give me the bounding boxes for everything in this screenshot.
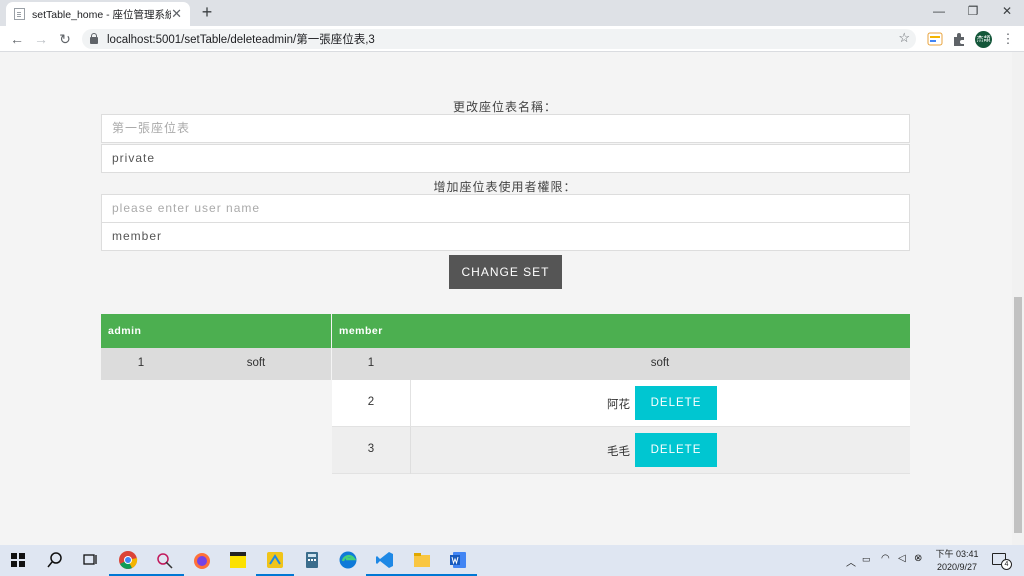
table-row: 1 soft bbox=[101, 348, 331, 380]
extension-icon[interactable] bbox=[927, 31, 943, 47]
permission-label: 增加座位表使用者權限： bbox=[433, 180, 577, 194]
vscode-icon[interactable] bbox=[375, 550, 395, 570]
snipping-tool-icon[interactable] bbox=[155, 550, 175, 570]
clock-date: 2020/9/27 bbox=[936, 562, 978, 572]
wifi-icon[interactable]: ◠ bbox=[881, 553, 890, 564]
scrollbar-thumb[interactable] bbox=[1014, 297, 1022, 533]
admin-table-header: admin bbox=[101, 314, 331, 348]
rename-label: 更改座位表名稱： bbox=[452, 100, 557, 114]
search-icon[interactable] bbox=[45, 550, 65, 570]
browser-toolbar: ← → ↻ localhost:5001/setTable/deleteadmi… bbox=[0, 26, 1024, 52]
admin-name: soft bbox=[246, 357, 266, 369]
sticky-notes-icon[interactable] bbox=[228, 550, 248, 570]
extensions-puzzle-icon[interactable] bbox=[951, 31, 967, 47]
table-row: 2 阿花 DELETE bbox=[332, 380, 910, 427]
minimize-button[interactable]: — bbox=[922, 0, 956, 24]
admin-id: 1 bbox=[137, 357, 145, 369]
address-bar[interactable]: localhost:5001/setTable/deleteadmin/第一張座… bbox=[82, 29, 916, 49]
profile-avatar[interactable]: 杰頡 bbox=[975, 31, 992, 48]
table-row: 3 毛毛 DELETE bbox=[332, 427, 910, 474]
role-select[interactable]: member bbox=[101, 222, 910, 251]
column-divider bbox=[410, 380, 411, 427]
app-icon[interactable] bbox=[265, 550, 285, 570]
close-tab-icon[interactable]: ✕ bbox=[171, 6, 182, 22]
user-name-input[interactable]: please enter user name bbox=[101, 194, 910, 223]
member-id: 2 bbox=[367, 396, 375, 408]
firefox-icon[interactable] bbox=[192, 550, 212, 570]
clock[interactable]: 下午 03:41 2020/9/27 bbox=[932, 547, 982, 572]
bookmark-star-icon[interactable]: ☆ bbox=[898, 30, 910, 46]
edge-icon[interactable] bbox=[338, 550, 358, 570]
column-divider bbox=[410, 427, 411, 474]
system-tray: ︿ ▭ ◠ ◁ ⊗ 下午 03:41 2020/9/27 4 bbox=[846, 545, 1022, 576]
privacy-select[interactable]: private bbox=[101, 144, 910, 173]
word-icon[interactable] bbox=[448, 550, 468, 570]
clock-time: 下午 03:41 bbox=[935, 549, 979, 559]
tab-title: setTable_home - 座位管理系統 bbox=[32, 8, 172, 21]
show-hidden-icons-icon[interactable]: ︿ bbox=[846, 554, 856, 569]
browser-tab[interactable]: setTable_home - 座位管理系統 ✕ bbox=[6, 2, 190, 26]
volume-icon[interactable]: ◁ bbox=[898, 553, 906, 564]
table-name-input[interactable]: 第一張座位表 bbox=[101, 114, 910, 143]
taskbar: ︿ ▭ ◠ ◁ ⊗ 下午 03:41 2020/9/27 4 bbox=[0, 545, 1024, 576]
delete-member-button[interactable]: DELETE bbox=[635, 386, 717, 420]
site-info-icon[interactable] bbox=[90, 32, 98, 44]
member-id: 1 bbox=[367, 357, 375, 369]
page-favicon-icon bbox=[14, 8, 25, 20]
tab-strip: setTable_home - 座位管理系統 ✕ + — ❐ ✕ bbox=[0, 0, 1024, 26]
url-text: localhost:5001/setTable/deleteadmin/第一張座… bbox=[107, 34, 375, 46]
new-tab-button[interactable]: + bbox=[196, 2, 218, 24]
windows-start-icon[interactable] bbox=[8, 550, 28, 570]
battery-icon[interactable]: ▭ bbox=[862, 554, 871, 565]
page-viewport: 更改座位表名稱： 第一張座位表 private 增加座位表使用者權限： plea… bbox=[0, 52, 1012, 545]
back-arrow-icon[interactable]: ← bbox=[8, 30, 26, 48]
forward-arrow-icon[interactable]: → bbox=[32, 30, 50, 48]
calculator-icon[interactable] bbox=[302, 550, 322, 570]
file-explorer-icon[interactable] bbox=[412, 550, 432, 570]
member-name: soft bbox=[650, 357, 670, 369]
page-scrollbar[interactable] bbox=[1012, 52, 1024, 545]
change-set-button[interactable]: CHANGE SET bbox=[449, 255, 562, 289]
browser-menu-icon[interactable]: ⋮ bbox=[1001, 31, 1015, 47]
close-window-button[interactable]: ✕ bbox=[990, 0, 1024, 24]
member-table-header: member bbox=[332, 314, 910, 348]
member-name: 阿花 bbox=[607, 399, 630, 411]
member-id: 3 bbox=[367, 443, 375, 455]
restore-button[interactable]: ❐ bbox=[956, 0, 990, 24]
reload-icon[interactable]: ↻ bbox=[56, 30, 74, 48]
notification-center-icon[interactable]: 4 bbox=[992, 553, 1012, 570]
input-method-icon[interactable]: ⊗ bbox=[914, 553, 922, 564]
delete-member-button[interactable]: DELETE bbox=[635, 433, 717, 467]
notification-count-badge: 4 bbox=[1001, 559, 1012, 570]
table-row: 1 soft bbox=[332, 348, 910, 380]
chrome-icon[interactable] bbox=[118, 550, 138, 570]
task-view-icon[interactable] bbox=[80, 550, 100, 570]
member-name: 毛毛 bbox=[607, 446, 630, 458]
